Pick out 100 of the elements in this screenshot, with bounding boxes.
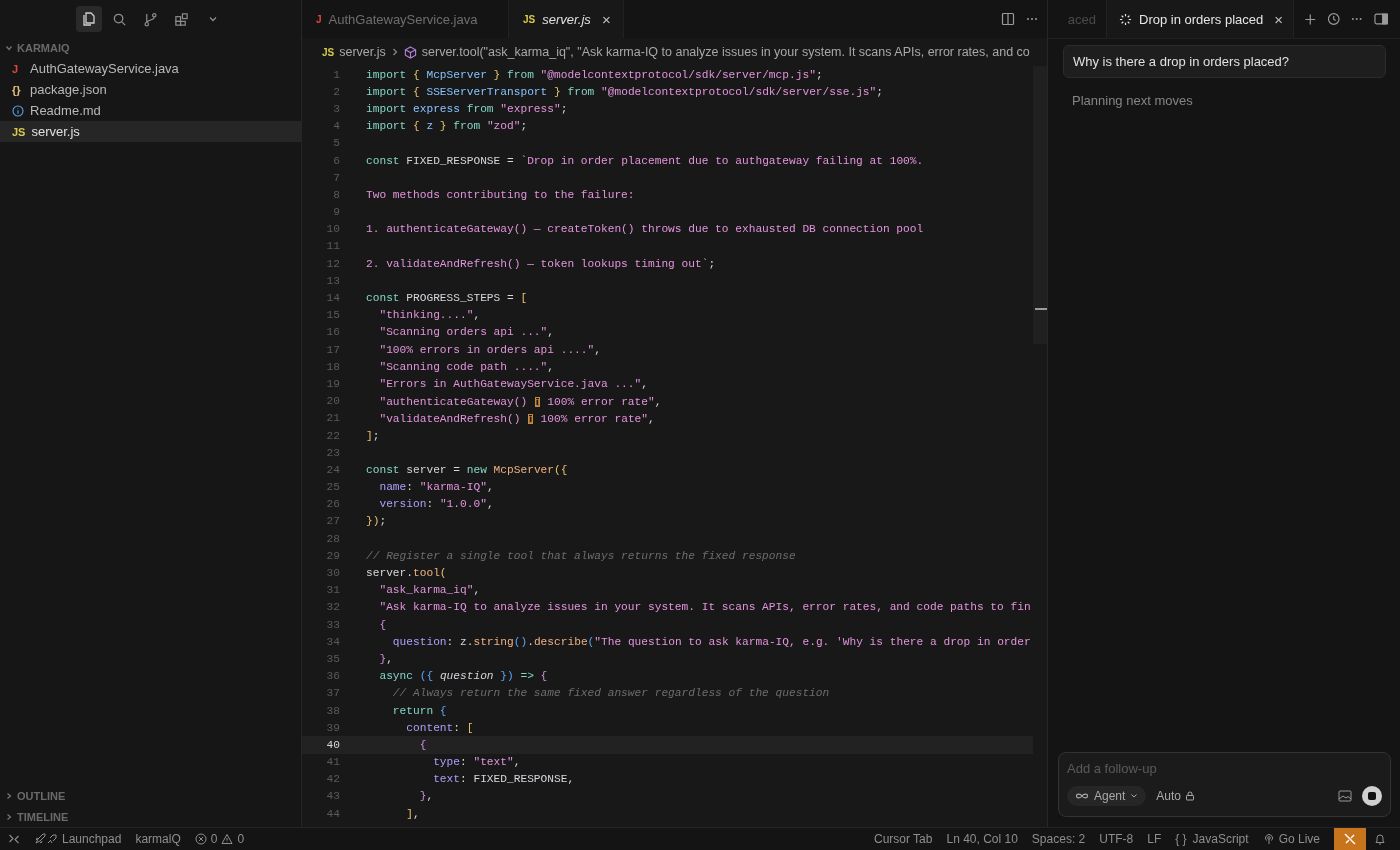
line-number: 5 <box>332 137 340 150</box>
chevron-icon[interactable] <box>5 44 13 52</box>
chevron-icon[interactable] <box>5 812 13 821</box>
editor-tab[interactable]: JS server.js × <box>509 0 624 38</box>
line-number: 40 <box>325 738 340 751</box>
explorer-title[interactable]: KARMAIQ <box>17 42 70 54</box>
code-line: import express from "express"; <box>366 102 568 115</box>
plus-icon[interactable] <box>1304 12 1317 26</box>
code-line: version: "1.0.0", <box>378 498 494 511</box>
code-line: type: "text", <box>432 756 521 769</box>
code-line: import { SSEServerTransport } from "@modelcontextprotocol/sdk/server/sse.js"; <box>366 85 883 98</box>
line-number: 16 <box>325 326 340 339</box>
line-number: 39 <box>325 721 340 734</box>
lock-icon <box>1185 791 1196 801</box>
problems-item[interactable]: 0 0 <box>194 832 245 846</box>
warning-icon <box>221 833 234 845</box>
file-item[interactable]: J AuthGatewayService.java <box>0 58 301 79</box>
code-line: import { z } from "zod"; <box>366 120 528 133</box>
line-number: 38 <box>325 704 340 717</box>
close-icon[interactable]: × <box>1274 10 1284 28</box>
code-line: "validateAndRefresh() ▯ 100% error rate", <box>378 411 655 425</box>
status-item[interactable]: Ln 40, Col 10 <box>946 832 1018 846</box>
line-number: 28 <box>325 532 340 545</box>
line-number: 31 <box>325 584 340 597</box>
code-line: "thinking....", <box>378 309 481 322</box>
line-number: 33 <box>325 618 340 631</box>
line-number: 11 <box>325 240 340 253</box>
panel-icon[interactable] <box>1373 12 1388 26</box>
code-line: }); <box>366 515 387 528</box>
image-icon[interactable] <box>1338 790 1352 802</box>
go-live-item[interactable]: Go Live <box>1262 832 1320 846</box>
line-number: 3 <box>332 102 340 115</box>
remote-icon[interactable] <box>8 833 20 845</box>
plug-button[interactable] <box>1334 828 1366 850</box>
launchpad-item[interactable]: Launchpad <box>34 832 122 846</box>
code-line: Two methods contributing to the failure: <box>366 188 635 201</box>
line-number: 22 <box>325 429 340 442</box>
line-number: 35 <box>325 652 340 665</box>
code-line: "Scanning code path ....", <box>378 360 554 373</box>
scrollbar[interactable] <box>1033 66 1047 344</box>
model-selector[interactable]: Auto <box>1156 789 1196 803</box>
bell-icon[interactable] <box>1374 832 1386 846</box>
status-item[interactable]: Spaces: 2 <box>1031 832 1086 846</box>
code-line: "Scanning orders api ...", <box>378 326 554 339</box>
file-item[interactable]: JS server.js <box>0 121 301 142</box>
close-icon[interactable]: × <box>601 10 611 28</box>
line-number: 19 <box>325 377 340 390</box>
chat-tab[interactable]: Drop in orders placed × <box>1106 0 1295 38</box>
status-item[interactable]: Cursor Tab <box>874 832 933 846</box>
chevron-icon <box>390 47 399 57</box>
file-item[interactable]: {} package.json <box>0 79 301 100</box>
status-item[interactable]: LF <box>1147 832 1162 846</box>
line-number: 7 <box>332 171 340 184</box>
line-number: 12 <box>325 257 340 270</box>
code-line: "100% errors in orders api ....", <box>378 343 601 356</box>
explorer-icon[interactable] <box>75 6 102 32</box>
split-editor-icon[interactable] <box>1001 12 1015 26</box>
breadcrumb-item[interactable]: server.js <box>339 45 386 59</box>
breadcrumb-item[interactable]: server.tool("ask_karma_iq", "Ask karma-IQ to analyze issues in your system. It scans APIs, error rates, and co <box>421 45 1030 59</box>
code-line: content: [ <box>405 721 474 734</box>
line-number: 24 <box>325 463 340 476</box>
user-message: Why is there a drop in orders placed? <box>1063 45 1386 78</box>
status-item[interactable]: karmalQ <box>135 832 181 846</box>
broadcast-icon <box>1262 833 1275 845</box>
file-type-icon: JS <box>322 46 335 58</box>
code-line: 1. authenticateGateway() — createToken() throws due to exhausted DB connection pool <box>366 223 924 236</box>
line-number: 37 <box>325 687 340 700</box>
line-number: 27 <box>325 515 340 528</box>
chevron-icon[interactable] <box>5 791 13 800</box>
code-line: { <box>378 618 387 631</box>
line-number: 29 <box>325 549 340 562</box>
line-number: 41 <box>325 756 340 769</box>
line-number: 32 <box>325 601 340 614</box>
section-header[interactable]: OUTLINE <box>17 789 66 802</box>
line-number: 6 <box>332 154 340 167</box>
code-line: const server = new McpServer({ <box>366 463 568 476</box>
code-line: ], <box>405 807 420 820</box>
line-number: 14 <box>325 292 340 305</box>
stop-button[interactable] <box>1362 786 1382 806</box>
code-line: // Always return the same fixed answer regardless of the question <box>391 687 830 700</box>
section-header[interactable]: TIMELINE <box>17 810 69 823</box>
mode-dropdown[interactable]: Agent <box>1067 786 1147 806</box>
chat-input[interactable]: Add a follow-up Agent Auto <box>1058 752 1391 817</box>
code-line: "ask_karma_iq", <box>378 584 481 597</box>
code-line: // Register a single tool that always returns the fixed response <box>366 549 796 562</box>
line-number: 18 <box>325 360 340 373</box>
code-line: "Errors in AuthGatewayService.java ...", <box>378 377 648 390</box>
code-line: { <box>418 738 427 751</box>
language-item[interactable]: { } JavaScript <box>1175 832 1249 846</box>
line-number: 15 <box>325 309 340 322</box>
history-icon[interactable] <box>1326 12 1341 26</box>
file-type-icon: JS <box>12 125 26 138</box>
code-line: const PROGRESS_STEPS = [ <box>366 292 528 305</box>
code-line: "authenticateGateway() ▯ 100% error rate", <box>378 394 662 408</box>
file-item[interactable]: Readme.md <box>0 100 301 121</box>
rocket-icon <box>34 833 58 845</box>
line-number: 21 <box>325 412 340 425</box>
status-item[interactable]: UTF-8 <box>1099 832 1134 846</box>
crossed-plug-icon <box>1343 832 1357 846</box>
file-type-icon: {} <box>12 83 24 96</box>
